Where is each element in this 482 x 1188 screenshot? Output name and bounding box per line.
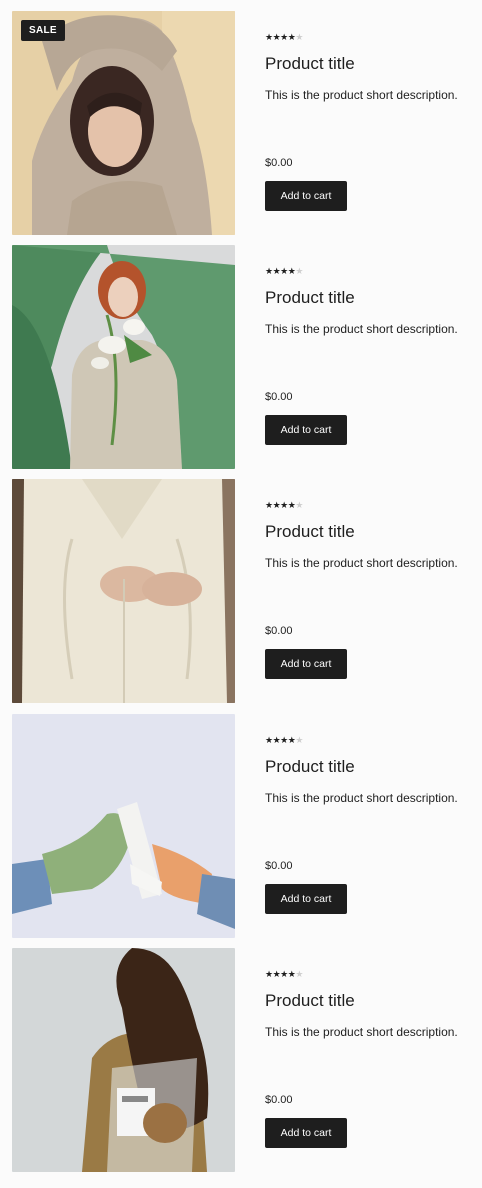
product-description: This is the product short description.	[265, 791, 458, 805]
product-photo-clear-tote-bag	[12, 948, 235, 1172]
product-price: $0.00	[265, 860, 293, 872]
star-filled-icon: ★	[280, 735, 288, 745]
product-info: ★★★★★ Product title This is the product …	[265, 245, 480, 469]
add-to-cart-button[interactable]: Add to cart	[265, 415, 347, 445]
add-to-cart-button[interactable]: Add to cart	[265, 1118, 347, 1148]
product-image[interactable]	[12, 479, 235, 703]
product-card: ★★★★★ Product title This is the product …	[0, 245, 482, 469]
product-photo-heeled-sandals	[12, 714, 235, 938]
product-info: ★★★★★ Product title This is the product …	[265, 948, 480, 1172]
product-title[interactable]: Product title	[265, 521, 355, 543]
product-list: SALE ★ ★ ★ ★ ★ Product title This is the pro…	[0, 0, 482, 1188]
product-price: $0.00	[265, 625, 293, 637]
product-image[interactable]	[12, 245, 235, 469]
rating-stars: ★★★★★	[265, 32, 303, 42]
rating-stars: ★★★★★	[265, 266, 303, 276]
star-filled-icon: ★	[280, 969, 288, 979]
add-to-cart-button[interactable]: Add to cart	[265, 884, 347, 914]
product-price: $0.00	[265, 391, 293, 403]
product-card: ★★★★★ Product title This is the product …	[0, 948, 482, 1172]
product-photo-white-blazer	[12, 479, 235, 703]
star-empty-icon: ★	[295, 735, 303, 745]
star-filled-icon: ★	[280, 32, 288, 42]
add-to-cart-button[interactable]: Add to cart	[265, 181, 347, 211]
star-filled-icon: ★	[280, 500, 288, 510]
product-price: $0.00	[265, 1094, 293, 1106]
product-photo-woman-with-lilies	[12, 245, 235, 469]
star-filled-icon: ★	[265, 500, 273, 510]
star-empty-icon: ★	[295, 266, 303, 276]
product-price: $0.00	[265, 157, 293, 169]
product-card: ★★★★★ Product title This is the product …	[0, 479, 482, 703]
rating-stars: ★★★★★	[265, 969, 303, 979]
add-to-cart-button[interactable]: Add to cart	[265, 649, 347, 679]
star-filled-icon: ★	[280, 266, 288, 276]
rating-stars: ★★★★★	[265, 735, 303, 745]
product-info: ★★★★★ Product title This is the product …	[265, 11, 480, 235]
product-description: This is the product short description.	[265, 322, 458, 336]
product-info: ★★★★★ Product title This is the product …	[265, 714, 480, 938]
star-empty-icon: ★	[295, 969, 303, 979]
star-empty-icon: ★	[295, 500, 303, 510]
product-title[interactable]: Product title	[265, 287, 355, 309]
product-image[interactable]: SALE	[12, 11, 235, 235]
product-photo-sweater-woman	[12, 11, 235, 235]
product-description: This is the product short description.	[265, 88, 458, 102]
product-image[interactable]	[12, 948, 235, 1172]
star-filled-icon: ★	[265, 32, 273, 42]
star-empty-icon: ★	[295, 32, 303, 42]
product-description: This is the product short description.	[265, 1025, 458, 1039]
sale-badge: SALE	[21, 20, 65, 41]
rating-stars: ★★★★★	[265, 500, 303, 510]
star-filled-icon: ★	[265, 735, 273, 745]
product-title[interactable]: Product title	[265, 53, 355, 75]
product-image[interactable]	[12, 714, 235, 938]
star-filled-icon: ★	[265, 969, 273, 979]
product-info: ★★★★★ Product title This is the product …	[265, 479, 480, 703]
star-filled-icon: ★	[265, 266, 273, 276]
product-title[interactable]: Product title	[265, 756, 355, 778]
product-card: SALE ★★★★★ Product title This is the pro…	[0, 11, 482, 235]
product-card: ★★★★★ Product title This is the product …	[0, 714, 482, 938]
product-title[interactable]: Product title	[265, 990, 355, 1012]
product-description: This is the product short description.	[265, 556, 458, 570]
